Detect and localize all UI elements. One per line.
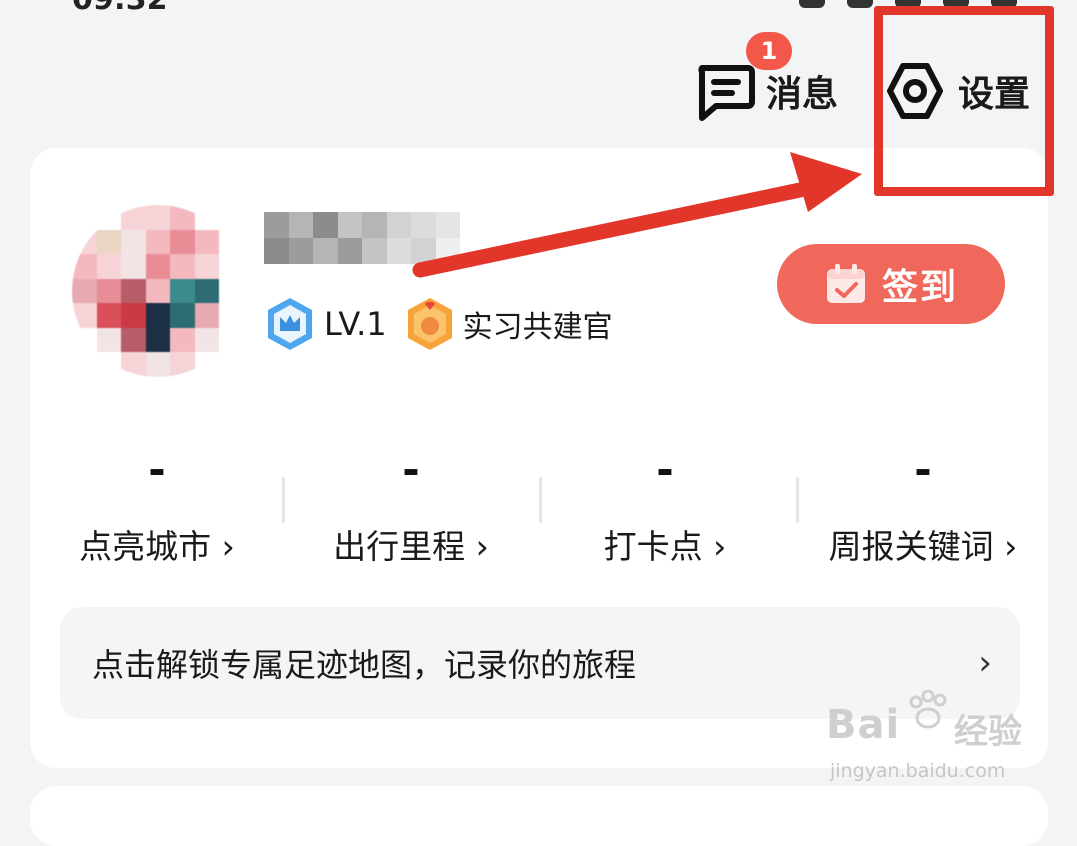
- mosaic-tile: [145, 303, 171, 328]
- mosaic-tile: [121, 327, 146, 353]
- mosaic-tile: [96, 254, 122, 279]
- stat-value: -: [402, 445, 420, 494]
- mosaic-tile: [72, 278, 97, 304]
- mosaic-tile: [386, 238, 411, 264]
- mosaic-tile: [411, 212, 436, 238]
- mosaic-tile: [194, 254, 220, 279]
- mosaic-tile: [145, 229, 171, 255]
- stat-lit-cities[interactable]: - 点亮城市 ›: [30, 445, 284, 575]
- mosaic-tile: [121, 229, 146, 255]
- mosaic-tile: [96, 278, 122, 304]
- mosaic-tile: [170, 229, 195, 255]
- unread-badge: 1: [746, 32, 792, 70]
- mosaic-tile: [145, 327, 171, 353]
- level-badge-icon: [268, 298, 312, 350]
- mosaic-tile: [288, 212, 313, 238]
- watermark-brand: Bai: [826, 702, 901, 748]
- mosaic-tile: [145, 254, 171, 279]
- mosaic-tile: [121, 254, 146, 279]
- mosaic-tile: [264, 212, 289, 238]
- checkin-button[interactable]: 签到: [777, 244, 1005, 324]
- mosaic-tile: [194, 229, 220, 255]
- paw-logo: [909, 690, 947, 729]
- mosaic-tile: [121, 303, 146, 328]
- mosaic-tile: [145, 278, 171, 304]
- level-text: LV.1: [324, 305, 387, 343]
- stat-label: 点亮城市 ›: [79, 527, 235, 566]
- checkin-label: 签到: [881, 267, 958, 308]
- title-badge-icon: [407, 298, 452, 350]
- stats-row: - 点亮城市 › - 出行里程 › - 打卡点 › - 周报关键词 ›: [30, 445, 1048, 575]
- mosaic-tile: [145, 352, 171, 377]
- mosaic-tile: [313, 238, 338, 264]
- title-text: 实习共建官: [462, 310, 613, 345]
- mosaic-tile: [411, 238, 436, 264]
- mosaic-tile: [386, 212, 411, 238]
- mosaic-tile: [170, 327, 195, 353]
- messages-label: 消息: [766, 74, 839, 115]
- stat-value: -: [656, 445, 674, 494]
- username-blurred: [264, 212, 460, 264]
- mosaic-tile: [96, 327, 122, 353]
- mosaic-tile: [264, 238, 289, 264]
- stat-label: 打卡点 ›: [603, 527, 727, 566]
- watermark-brand-cn: 经验: [954, 712, 1022, 752]
- mosaic-tile: [194, 278, 220, 304]
- mosaic-tile: [337, 238, 362, 264]
- annotation-highlight-box: [874, 6, 1054, 196]
- chevron-right-icon: ›: [978, 643, 992, 683]
- mosaic-tile: [288, 238, 313, 264]
- calendar-check-icon: [826, 264, 865, 303]
- mosaic-tile: [170, 254, 195, 279]
- stat-label: 出行里程 ›: [333, 527, 489, 566]
- mosaic-tile: [121, 278, 146, 304]
- mosaic-tile: [96, 229, 122, 255]
- mosaic-tile: [362, 238, 387, 264]
- stat-travel-mileage[interactable]: - 出行里程 ›: [284, 445, 538, 575]
- mosaic-tile: [170, 278, 195, 304]
- stat-value: -: [914, 445, 932, 494]
- status-time: 09:32: [72, 0, 168, 17]
- mosaic-tile: [313, 212, 338, 238]
- mosaic-tile: [194, 303, 220, 328]
- stat-checkin-spots[interactable]: - 打卡点 ›: [538, 445, 792, 575]
- mosaic-tile: [170, 303, 195, 328]
- stat-value: -: [148, 445, 166, 494]
- mosaic-tile: [362, 212, 387, 238]
- watermark-url: jingyan.baidu.com: [830, 760, 1006, 782]
- unlock-map-text: 点击解锁专属足迹地图，记录你的旅程: [92, 646, 637, 684]
- mosaic-tile: [435, 212, 460, 238]
- next-card: [30, 786, 1048, 846]
- mosaic-tile: [435, 238, 460, 264]
- avatar[interactable]: [72, 205, 244, 377]
- mosaic-tile: [219, 278, 244, 304]
- mosaic-tile: [96, 303, 122, 328]
- message-icon: [698, 65, 755, 121]
- stat-label: 周报关键词 ›: [828, 527, 1018, 566]
- status-icon: [847, 0, 873, 8]
- stat-weekly-keywords[interactable]: - 周报关键词 ›: [796, 445, 1050, 575]
- mosaic-tile: [194, 327, 220, 353]
- watermark: Bai 经验 jingyan.baidu.com: [826, 690, 1026, 790]
- mosaic-tile: [145, 205, 171, 230]
- level-row: LV.1 实习共建官: [264, 296, 613, 352]
- status-icon: [799, 0, 825, 8]
- mosaic-tile: [337, 212, 362, 238]
